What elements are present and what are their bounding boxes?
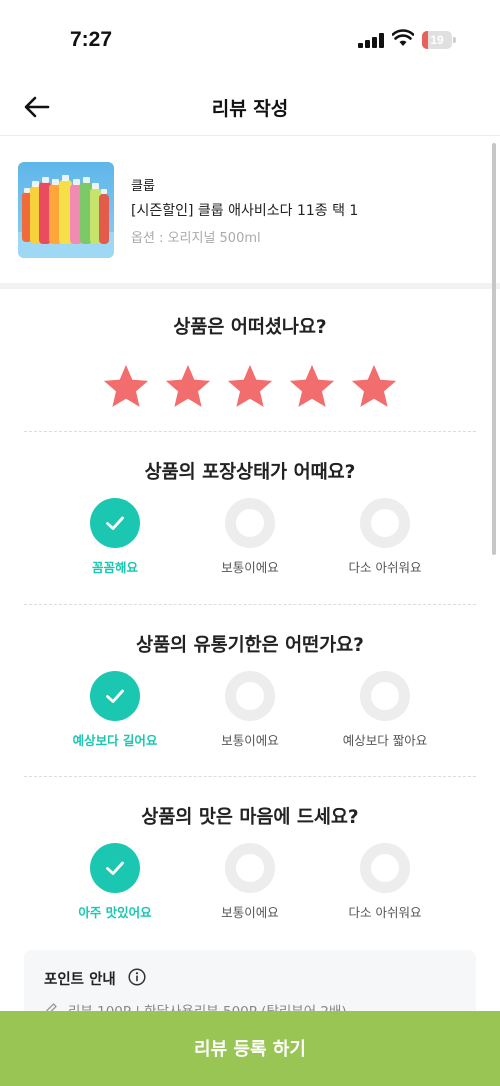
product-name: [시즌할인] 클룹 애사비소다 11종 택 1 <box>131 203 359 219</box>
star-icon[interactable] <box>100 361 152 413</box>
radio-unselected-icon <box>225 671 275 721</box>
product-summary: 클룹 [시즌할인] 클룹 애사비소다 11종 택 1 옵션 : 오리지널 500… <box>0 137 500 283</box>
option-label: 예상보다 길어요 <box>72 733 158 748</box>
option-label: 다소 아쉬워요 <box>348 905 422 920</box>
radio-unselected-icon <box>360 498 410 548</box>
star-icon[interactable] <box>162 361 214 413</box>
option-1-1[interactable]: 보통이에요 <box>175 671 325 761</box>
check-circle-icon <box>90 671 140 721</box>
option-label: 보통이에요 <box>221 560 279 575</box>
option-label: 꼼꼼해요 <box>91 560 138 575</box>
info-icon[interactable] <box>128 968 146 986</box>
option-1-0[interactable]: 예상보다 길어요 <box>40 671 190 761</box>
cellular-signal-icon <box>358 33 384 48</box>
taste-question: 상품의 맛은 마음에 드세요? <box>141 807 359 828</box>
option-0-1[interactable]: 보통이에요 <box>175 498 325 588</box>
point-info-title: 포인트 안내 <box>44 972 116 988</box>
expiry-options: 예상보다 길어요 보통이에요 예상보다 짧아요 <box>0 671 500 761</box>
option-2-2[interactable]: 다소 아쉬워요 <box>310 843 460 933</box>
dashed-divider <box>24 776 476 777</box>
option-label: 아주 맛있어요 <box>78 905 152 920</box>
radio-unselected-icon <box>225 843 275 893</box>
rating-question: 상품은 어떠셨나요? <box>173 317 327 338</box>
page-title: 리뷰 작성 <box>211 98 289 120</box>
battery-level: 19 <box>430 33 444 47</box>
option-label: 보통이에요 <box>221 905 279 920</box>
submit-review-label: 리뷰 등록 하기 <box>194 1039 306 1060</box>
taste-options: 아주 맛있어요 보통이에요 다소 아쉬워요 <box>0 843 500 933</box>
status-time: 7:27 <box>70 28 113 51</box>
option-label: 예상보다 짧아요 <box>342 733 428 748</box>
star-icon[interactable] <box>348 361 400 413</box>
battery-icon: 19 <box>422 31 456 49</box>
option-label: 다소 아쉬워요 <box>348 560 422 575</box>
expiry-question: 상품의 유통기한은 어떤가요? <box>136 635 364 656</box>
star-rating[interactable] <box>100 361 400 415</box>
submit-review-button[interactable]: 리뷰 등록 하기 <box>0 1011 500 1086</box>
radio-unselected-icon <box>360 843 410 893</box>
status-bar: 7:27 19 <box>0 0 500 80</box>
packaging-question: 상품의 포장상태가 어때요? <box>144 462 356 483</box>
option-2-1[interactable]: 보통이에요 <box>175 843 325 933</box>
dashed-divider <box>24 431 476 432</box>
product-image <box>18 162 114 258</box>
option-label: 보통이에요 <box>221 733 279 748</box>
packaging-options: 꼼꼼해요 보통이에요 다소 아쉬워요 <box>0 498 500 588</box>
wifi-icon <box>392 29 414 46</box>
radio-unselected-icon <box>360 671 410 721</box>
option-0-0[interactable]: 꼼꼼해요 <box>40 498 190 588</box>
option-1-2[interactable]: 예상보다 짧아요 <box>310 671 460 761</box>
star-icon[interactable] <box>286 361 338 413</box>
check-circle-icon <box>90 843 140 893</box>
check-circle-icon <box>90 498 140 548</box>
dashed-divider <box>24 604 476 605</box>
option-2-0[interactable]: 아주 맛있어요 <box>40 843 190 933</box>
star-icon[interactable] <box>224 361 276 413</box>
product-option: 옵션 : 오리지널 500ml <box>131 231 261 246</box>
product-brand: 클룹 <box>131 179 155 194</box>
page-header: 리뷰 작성 <box>0 80 500 136</box>
scrollbar[interactable] <box>492 143 496 555</box>
radio-unselected-icon <box>225 498 275 548</box>
section-divider <box>0 283 500 289</box>
option-0-2[interactable]: 다소 아쉬워요 <box>310 498 460 588</box>
